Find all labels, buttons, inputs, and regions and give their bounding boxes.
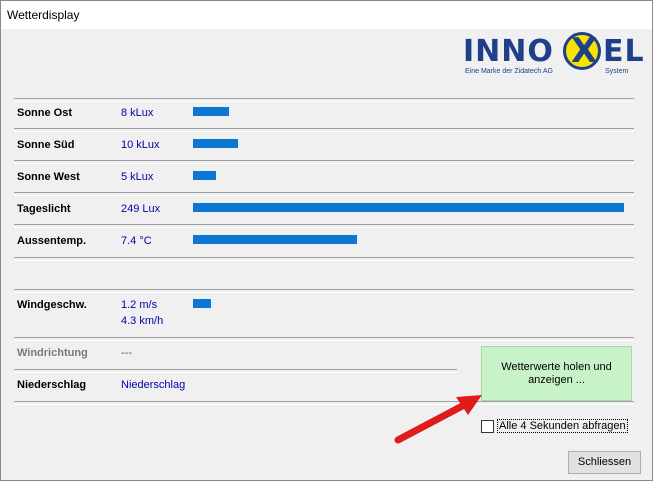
label-niederschlag: Niederschlag <box>17 379 87 391</box>
value-wind-ms: 1.2 m/s <box>121 299 158 311</box>
label-sonne-west: Sonne West <box>17 171 80 183</box>
separator <box>14 257 634 261</box>
separator <box>14 289 634 293</box>
bar-sonne-west <box>193 171 216 180</box>
label-aussentemp: Aussentemp. <box>17 235 87 247</box>
separator <box>14 224 634 228</box>
logo-system: System <box>605 68 629 75</box>
value-aussentemp: 7.4 °C <box>121 235 152 247</box>
window-title: Wetterdisplay <box>7 8 80 22</box>
value-windrichtung: --- <box>121 347 132 359</box>
separator <box>14 128 634 132</box>
value-sonne-sued: 10 kLux <box>121 139 160 151</box>
label-sonne-sued: Sonne Süd <box>17 139 75 151</box>
value-niederschlag: Niederschlag <box>121 379 186 391</box>
logo-text-right: EL <box>603 34 645 69</box>
value-wind-kmh: 4.3 km/h <box>121 315 164 327</box>
bar-tageslicht <box>193 203 624 212</box>
label-windrichtung: Windrichtung <box>17 347 88 359</box>
value-sonne-ost: 8 kLux <box>121 107 154 119</box>
value-sonne-west: 5 kLux <box>121 171 154 183</box>
label-windgeschw: Windgeschw. <box>17 299 87 311</box>
bar-aussentemp <box>193 235 357 244</box>
bar-sonne-ost <box>193 107 229 116</box>
red-arrow-icon <box>394 395 482 444</box>
logo-tagline: Eine Marke der Zidatech AG <box>465 68 553 75</box>
separator <box>14 192 634 196</box>
fetch-weather-button[interactable]: Wetterwerte holen und anzeigen ... <box>481 346 632 401</box>
separator <box>14 98 634 102</box>
bar-sonne-sued <box>193 139 238 148</box>
bar-wind <box>193 299 211 308</box>
auto-refresh-label[interactable]: Alle 4 Sekunden abfragen <box>497 419 628 433</box>
label-sonne-ost: Sonne Ost <box>17 107 73 119</box>
close-button[interactable]: Schliessen <box>568 451 641 474</box>
innoxel-logo: INNO X EL Eine Marke der Zidatech AG Sys… <box>463 31 644 78</box>
title-bar[interactable]: Wetterdisplay <box>1 1 652 29</box>
separator <box>14 401 634 405</box>
separator <box>14 160 634 164</box>
logo-x-mark: X <box>563 31 601 71</box>
label-tageslicht: Tageslicht <box>17 203 71 215</box>
separator <box>14 369 457 373</box>
logo-text-left: INNO <box>463 34 554 69</box>
value-tageslicht: 249 Lux <box>121 203 161 215</box>
separator <box>14 337 634 341</box>
fetch-weather-label: Wetterwerte holen und anzeigen ... <box>501 361 612 386</box>
